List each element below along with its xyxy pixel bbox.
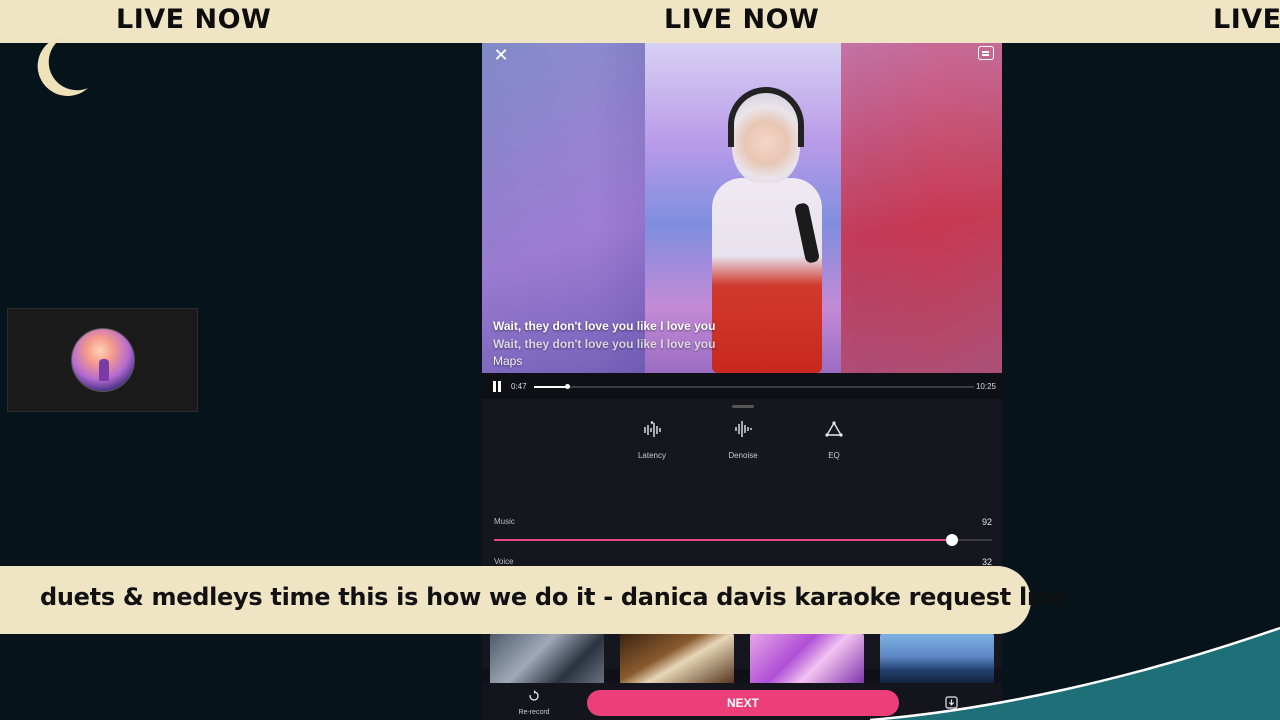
ticker-item: LIVE NOW [116, 4, 272, 35]
streamer-avatar [71, 328, 135, 392]
playback-bar: 0:47 10:25 [482, 373, 1002, 399]
seek-bar-fill [534, 386, 568, 388]
thumbnail-keyboard[interactable] [490, 633, 604, 686]
music-slider-handle[interactable] [946, 534, 959, 546]
video-preview[interactable]: ✕ Wait, they don't love you like I love … [482, 43, 1002, 373]
denoise-label: Denoise [728, 451, 758, 460]
rerecord-label: Re-record [518, 709, 550, 716]
denoise-button[interactable]: Denoise [713, 419, 773, 460]
latency-label: Latency [637, 451, 667, 460]
latency-waveform-icon [644, 421, 661, 437]
eq-label: EQ [828, 451, 840, 460]
webcam-frame [7, 308, 198, 412]
seek-bar[interactable] [534, 384, 974, 389]
pause-icon[interactable] [492, 381, 502, 392]
rerecord-button[interactable]: Re-record [510, 689, 558, 716]
duration: 10:25 [975, 382, 996, 391]
ticker-item: LIVE NOW [664, 4, 820, 35]
next-button[interactable]: NEXT [587, 690, 899, 716]
seek-bar-handle[interactable] [564, 384, 570, 389]
close-icon[interactable]: ✕ [492, 46, 510, 64]
lyric-line-current: Wait, they don't love you like I love yo… [493, 319, 716, 333]
chat-icon[interactable] [978, 46, 994, 60]
rerecord-icon [529, 690, 539, 701]
music-slider[interactable] [494, 534, 992, 546]
video-blur-right [841, 43, 1002, 373]
music-slider-fill [494, 539, 953, 541]
thumbnail-sheet-music[interactable] [620, 633, 734, 686]
crescent-moon-icon [37, 36, 88, 96]
decorative-wave [870, 626, 1280, 720]
eq-triangle-icon [825, 421, 843, 437]
music-slider-label: Music [494, 517, 515, 526]
thumbnail-purple-waves[interactable] [750, 633, 864, 686]
lyric-line-next: Wait, they don't love you like I love yo… [493, 337, 716, 351]
music-slider-value: 92 [981, 517, 992, 527]
eq-button[interactable]: EQ [804, 419, 864, 460]
current-time: 0:47 [511, 382, 527, 391]
ticker-item: LIVE [1213, 4, 1280, 35]
denoise-waveform-icon [735, 421, 752, 437]
live-now-ticker: LIVE NOW LIVE NOW LIVE [0, 0, 1280, 43]
caption-text: duets & medleys time this is how we do i… [40, 583, 1068, 611]
song-title: Maps [493, 354, 523, 368]
voice-slider-label: Voice [494, 557, 514, 566]
drag-handle[interactable] [732, 405, 754, 408]
latency-button[interactable]: Latency [622, 419, 682, 460]
